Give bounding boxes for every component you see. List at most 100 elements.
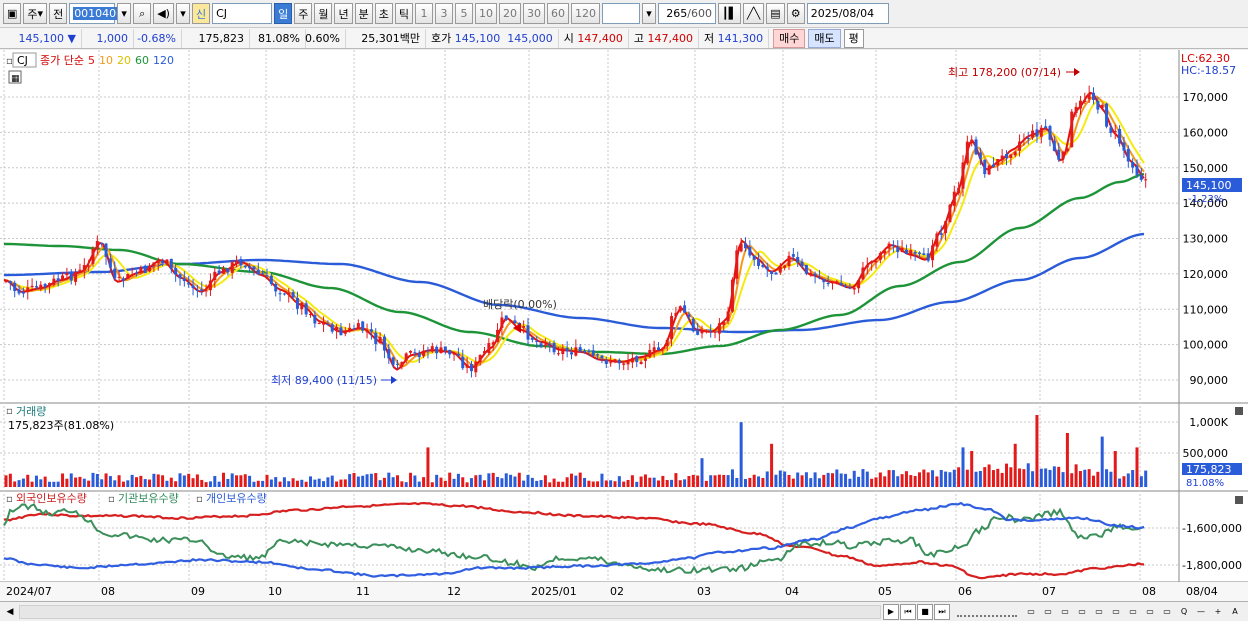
stock-name-field[interactable]: CJ <box>212 3 273 24</box>
candle-body <box>17 289 21 294</box>
volume-bar <box>461 477 465 487</box>
sell-button[interactable]: 매도 <box>808 28 841 48</box>
period-tick-button[interactable]: 틱 <box>394 3 413 24</box>
buy-button[interactable]: 매수 <box>773 28 806 48</box>
volume-panel-close-icon[interactable] <box>1235 407 1243 415</box>
volume-bar <box>326 477 330 487</box>
layout-icon-6[interactable]: ▭ <box>1108 604 1124 620</box>
first-page-icon[interactable]: ⏮ <box>900 603 916 620</box>
layout-icon-7[interactable]: ▭ <box>1125 604 1141 620</box>
date-field[interactable]: 2025/08/04 <box>806 3 889 24</box>
candle-body <box>339 327 343 336</box>
count-field[interactable]: 265/600 <box>657 3 716 24</box>
interval-30-button[interactable]: 30 <box>522 3 545 24</box>
holding-panel-close-icon[interactable] <box>1235 496 1243 504</box>
candle-body <box>478 354 482 363</box>
volume-bar <box>400 481 404 487</box>
interval-3-button[interactable]: 3 <box>434 3 453 24</box>
period-year-button[interactable]: 년 <box>334 3 353 24</box>
interval-dropdown-icon[interactable]: ▾ <box>641 3 656 24</box>
layout-icon-1[interactable]: ▭ <box>1023 604 1039 620</box>
candle-body <box>187 282 191 285</box>
volume-bar <box>730 469 734 487</box>
volume-bar <box>517 472 521 487</box>
candle-body <box>726 311 730 322</box>
zoom-in-icon[interactable]: + <box>1210 604 1226 620</box>
candle-type-icon[interactable]: ┃▌ <box>717 3 742 24</box>
candle-body <box>861 267 865 280</box>
volume-bar <box>713 475 717 487</box>
layout-icon-9[interactable]: ▭ <box>1159 604 1175 620</box>
volume-bar <box>1109 471 1113 487</box>
stop-icon[interactable]: ■ <box>917 603 933 620</box>
interval-5-button[interactable]: 5 <box>454 3 473 24</box>
volume-bar <box>591 481 595 487</box>
new-badge[interactable]: 신 <box>191 3 211 24</box>
volume-bar <box>448 472 452 487</box>
custom-interval-input[interactable] <box>601 3 640 24</box>
interval-10-button[interactable]: 10 <box>474 3 497 24</box>
code-dropdown-icon[interactable]: ▾ <box>117 3 132 24</box>
candle-body <box>826 283 830 285</box>
volume-bar <box>304 481 308 487</box>
zoom-icon[interactable]: Q <box>1176 604 1192 620</box>
search-icon[interactable]: ⌕ <box>133 3 152 24</box>
period-type-button[interactable]: 주 ▾ <box>23 3 48 24</box>
average-button[interactable]: 평 <box>843 28 864 48</box>
candle-body <box>13 282 17 292</box>
layout-icon-5[interactable]: ▭ <box>1091 604 1107 620</box>
layout-icon-4[interactable]: ▭ <box>1074 604 1090 620</box>
candle-body <box>839 282 843 286</box>
price-tick-label: 170,000 <box>1183 91 1229 104</box>
scroll-track[interactable] <box>19 604 881 619</box>
interval-120-button[interactable]: 120 <box>570 3 600 24</box>
volume-bar <box>744 479 747 487</box>
speaker-icon[interactable]: ◀) <box>153 3 174 24</box>
interval-60-button[interactable]: 60 <box>546 3 569 24</box>
candle-body <box>548 343 552 345</box>
volume-bar <box>56 481 60 487</box>
candle-body <box>965 141 969 164</box>
volume-bar <box>931 470 935 487</box>
prev-button[interactable]: 전 <box>49 3 68 24</box>
chart-area[interactable]: 170,000160,000150,000140,000130,000120,0… <box>0 50 1248 601</box>
volume-bar <box>587 480 591 487</box>
drawing-tool-icon[interactable]: ╱╲ <box>743 3 765 24</box>
last-page-icon[interactable]: ⏭ <box>934 603 950 620</box>
layout-icon-3[interactable]: ▭ <box>1057 604 1073 620</box>
interval-20-button[interactable]: 20 <box>498 3 521 24</box>
candle-body <box>65 273 69 276</box>
layout-icon-2[interactable]: ▭ <box>1040 604 1056 620</box>
volume-bar <box>691 474 695 487</box>
period-day-button[interactable]: 일 <box>274 3 293 24</box>
speaker-dropdown-icon[interactable]: ▾ <box>175 3 190 24</box>
period-second-button[interactable]: 초 <box>374 3 393 24</box>
volume-bar <box>1122 476 1126 487</box>
auto-scale-icon[interactable]: A <box>1227 604 1243 620</box>
save-icon[interactable]: ▤ <box>766 3 785 24</box>
scroll-left-icon[interactable]: ◀ <box>3 604 17 620</box>
volume-bar <box>565 477 569 487</box>
period-week-button[interactable]: 주 <box>294 3 313 24</box>
stock-code-input[interactable]: 001040 <box>69 3 118 24</box>
candle-body <box>352 328 356 330</box>
chart-menu-icon[interactable]: ▣ <box>3 3 22 24</box>
candle-body <box>217 270 221 274</box>
zoom-out-icon[interactable]: — <box>1193 604 1209 620</box>
zoom-slider[interactable] <box>957 607 1017 617</box>
candle-body <box>939 233 943 235</box>
layout-icon-8[interactable]: ▭ <box>1142 604 1158 620</box>
period-month-button[interactable]: 월 <box>314 3 333 24</box>
candle-body <box>243 265 247 268</box>
gear-icon[interactable]: ⚙ <box>786 3 805 24</box>
dividend-annotation: 배당락(0.00%) <box>483 298 557 311</box>
play-icon[interactable]: ▶ <box>883 603 899 620</box>
period-minute-button[interactable]: 분 <box>354 3 373 24</box>
x-tick-label: 08 <box>1142 585 1156 598</box>
candle-body <box>1131 161 1135 168</box>
candle-body <box>931 245 935 261</box>
interval-1-button[interactable]: 1 <box>414 3 433 24</box>
candle-body <box>1057 149 1061 160</box>
candle-body <box>135 272 138 274</box>
volume-bar <box>552 478 556 487</box>
